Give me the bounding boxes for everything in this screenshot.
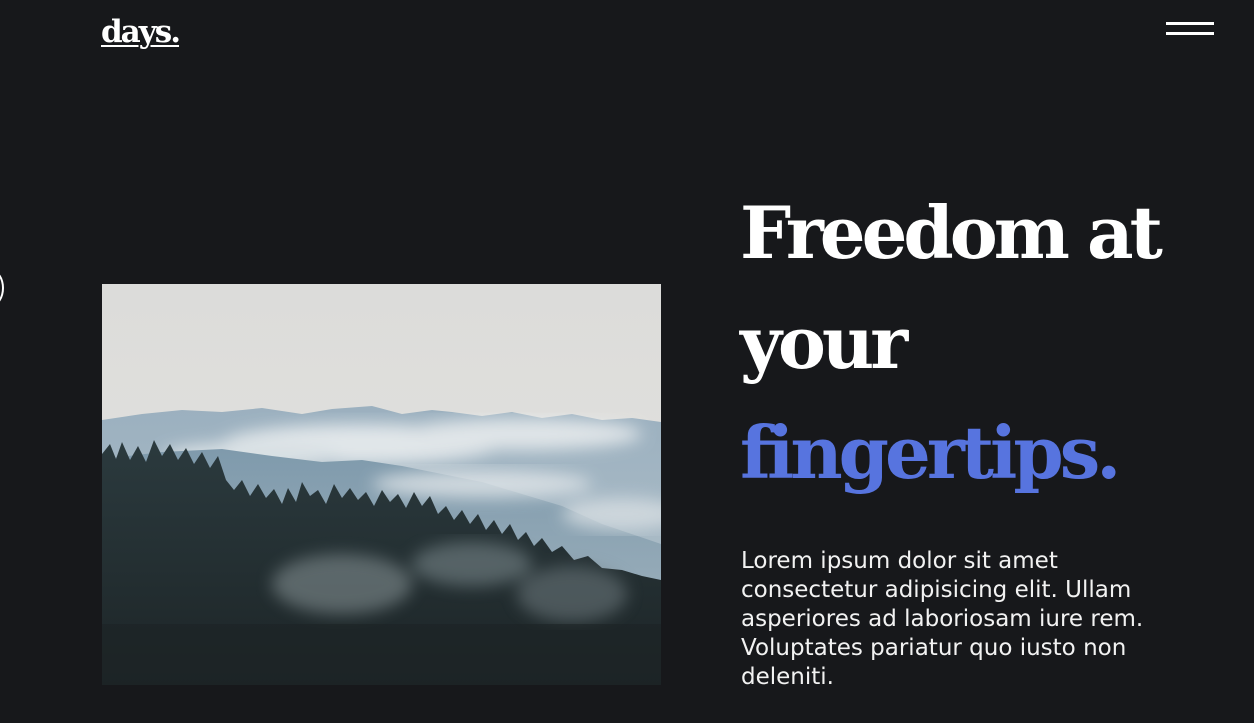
hamburger-menu-icon (1166, 22, 1214, 25)
hero-headline: Freedom at your fingertips. (740, 178, 1240, 508)
headline-accent: fingertips. (740, 410, 1121, 495)
slider-prev-button[interactable] (0, 270, 4, 306)
menu-button[interactable] (1160, 16, 1220, 44)
hero-description: Lorem ipsum dolor sit amet consectetur a… (741, 548, 1144, 690)
headline-line-2: your (740, 300, 908, 385)
headline-line-1: Freedom at (740, 190, 1163, 275)
hero-image (102, 284, 661, 685)
hamburger-menu-icon-bar (1166, 32, 1214, 35)
logo-link[interactable]: days. (101, 12, 181, 52)
